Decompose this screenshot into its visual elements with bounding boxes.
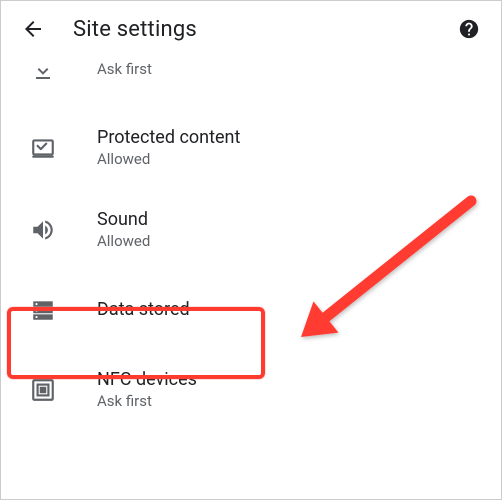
page-title: Site settings <box>73 17 197 42</box>
item-text: Data stored <box>97 298 190 321</box>
list-item-data-stored[interactable]: Data stored <box>1 271 501 349</box>
list-item[interactable]: Protected content Allowed <box>1 107 501 189</box>
list-item[interactable]: NFC devices Ask first <box>1 349 501 431</box>
list-item[interactable]: Ask first <box>1 59 501 107</box>
back-button[interactable] <box>13 9 53 49</box>
storage-icon <box>27 297 59 323</box>
item-subtitle: Allowed <box>97 150 240 170</box>
item-title: Data stored <box>97 298 190 321</box>
download-icon <box>27 59 59 83</box>
item-text: NFC devices Ask first <box>97 368 197 412</box>
item-title: Protected content <box>97 126 240 149</box>
protected-content-icon <box>27 135 59 161</box>
sound-icon <box>27 217 59 243</box>
nfc-icon <box>27 377 59 403</box>
item-subtitle: Ask first <box>97 392 197 412</box>
settings-list: Ask first Protected content Allowed Soun… <box>1 57 501 431</box>
header: Site settings <box>1 1 501 57</box>
list-item[interactable]: Sound Allowed <box>1 189 501 271</box>
item-subtitle: Allowed <box>97 232 150 252</box>
item-title: NFC devices <box>97 368 197 391</box>
help-button[interactable] <box>449 9 489 49</box>
help-icon <box>458 18 480 40</box>
item-text: Ask first <box>97 59 152 80</box>
arrow-back-icon <box>21 17 45 41</box>
item-text: Sound Allowed <box>97 208 150 252</box>
item-subtitle: Ask first <box>97 60 152 80</box>
item-text: Protected content Allowed <box>97 126 240 170</box>
item-title: Sound <box>97 208 150 231</box>
